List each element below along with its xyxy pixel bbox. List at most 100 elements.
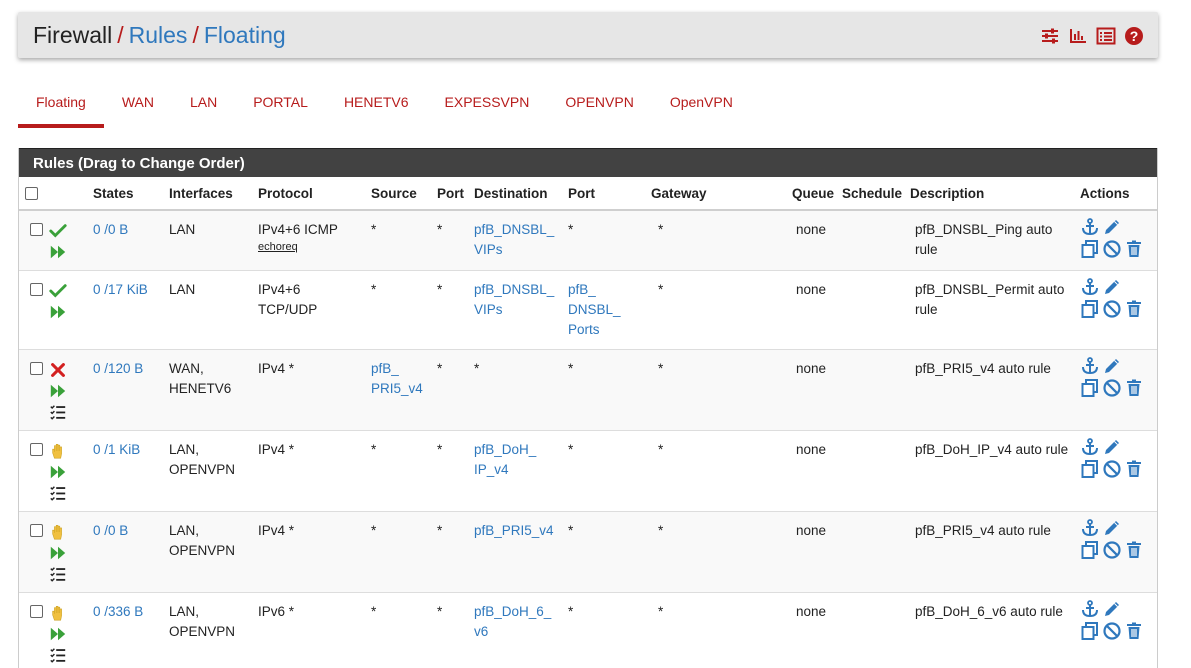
destination-port-header[interactable]: Port bbox=[566, 177, 649, 210]
protocol-header[interactable]: Protocol bbox=[256, 177, 369, 210]
rule-row[interactable]: 0 /120 BWAN,HENETV6IPv4 *pfB_PRI5_v4****… bbox=[19, 350, 1158, 431]
trash-icon[interactable] bbox=[1124, 239, 1144, 259]
hand-icon[interactable] bbox=[49, 604, 67, 622]
rule-checkbox[interactable] bbox=[30, 605, 43, 618]
destination-alias-link[interactable]: pfB_DoH_6_ bbox=[474, 602, 564, 622]
states-link[interactable]: 0 /0 B bbox=[93, 521, 165, 541]
rule-checkbox[interactable] bbox=[30, 223, 43, 236]
anchor-icon[interactable] bbox=[1080, 356, 1100, 376]
description-header[interactable]: Description bbox=[908, 177, 1078, 210]
copy-icon[interactable] bbox=[1080, 621, 1100, 641]
pencil-icon[interactable] bbox=[1102, 356, 1122, 376]
destination-alias-link[interactable]: IP_v4 bbox=[474, 460, 564, 480]
destination-alias-link[interactable]: pfB_DNSBL_ bbox=[474, 280, 564, 300]
source-alias-link[interactable]: pfB_ bbox=[371, 359, 433, 379]
port-alias-link[interactable]: Ports bbox=[568, 320, 647, 340]
states-link[interactable]: 0 /336 B bbox=[93, 602, 165, 622]
destination-alias-link[interactable]: pfB_DNSBL_ bbox=[474, 220, 564, 240]
pencil-icon[interactable] bbox=[1102, 277, 1122, 297]
gateway-text: * bbox=[658, 359, 788, 379]
rule-checkbox[interactable] bbox=[30, 362, 43, 375]
tab-openvpn[interactable]: OPENVPN bbox=[547, 87, 651, 128]
rule-row[interactable]: 0 /0 BLAN,OPENVPNIPv4 ***pfB_PRI5_v4**no… bbox=[19, 512, 1158, 593]
tab-lan[interactable]: LAN bbox=[172, 87, 235, 128]
copy-icon[interactable] bbox=[1080, 459, 1100, 479]
rule-checkbox[interactable] bbox=[30, 443, 43, 456]
copy-icon[interactable] bbox=[1080, 299, 1100, 319]
anchor-icon[interactable] bbox=[1080, 599, 1100, 619]
rule-row[interactable]: 0 /1 KiBLAN,OPENVPNIPv4 ***pfB_DoH_IP_v4… bbox=[19, 431, 1158, 512]
help-icon[interactable]: ? bbox=[1124, 26, 1144, 46]
pencil-icon[interactable] bbox=[1102, 599, 1122, 619]
tab-openvpn[interactable]: OpenVPN bbox=[652, 87, 751, 128]
ban-icon[interactable] bbox=[1102, 239, 1122, 259]
hand-icon[interactable] bbox=[49, 442, 67, 460]
check-icon[interactable] bbox=[49, 222, 67, 240]
breadcrumb-floating-link[interactable]: Floating bbox=[204, 22, 286, 48]
select-all-checkbox[interactable] bbox=[25, 187, 38, 200]
port-alias-link[interactable]: pfB_ bbox=[568, 280, 647, 300]
copy-icon[interactable] bbox=[1080, 239, 1100, 259]
destination-alias-link[interactable]: v6 bbox=[474, 622, 564, 642]
rule-row[interactable]: 0 /336 BLAN,OPENVPNIPv6 ***pfB_DoH_6_v6*… bbox=[19, 593, 1158, 668]
sliders-icon[interactable] bbox=[1040, 26, 1060, 46]
check-icon[interactable] bbox=[49, 282, 67, 300]
tab-henetv6[interactable]: HENETV6 bbox=[326, 87, 427, 128]
states-link[interactable]: 0 /0 B bbox=[93, 220, 165, 240]
copy-icon[interactable] bbox=[1080, 378, 1100, 398]
trash-icon[interactable] bbox=[1124, 621, 1144, 641]
port-alias-link[interactable]: DNSBL_ bbox=[568, 300, 647, 320]
tab-portal[interactable]: PORTAL bbox=[235, 87, 326, 128]
pencil-icon[interactable] bbox=[1102, 518, 1122, 538]
destination-alias-link[interactable]: VIPs bbox=[474, 300, 564, 320]
ban-icon[interactable] bbox=[1102, 299, 1122, 319]
states-link[interactable]: 0 /17 KiB bbox=[93, 280, 165, 300]
tab-wan[interactable]: WAN bbox=[104, 87, 172, 128]
anchor-icon[interactable] bbox=[1080, 277, 1100, 297]
copy-icon[interactable] bbox=[1080, 540, 1100, 560]
destination-alias-link[interactable]: pfB_PRI5_v4 bbox=[474, 521, 564, 541]
anchor-icon[interactable] bbox=[1080, 217, 1100, 237]
destination-port-cell: * bbox=[566, 350, 649, 431]
list-icon[interactable] bbox=[1096, 26, 1116, 46]
source-port-header[interactable]: Port bbox=[435, 177, 472, 210]
rule-checkbox[interactable] bbox=[30, 283, 43, 296]
trash-icon[interactable] bbox=[1124, 299, 1144, 319]
times-icon[interactable] bbox=[49, 361, 67, 379]
tab-expessvpn[interactable]: EXPESSVPN bbox=[427, 87, 548, 128]
schedule-header[interactable]: Schedule bbox=[840, 177, 908, 210]
rule-row[interactable]: 0 /17 KiBLANIPv4+6TCP/UDP**pfB_DNSBL_VIP… bbox=[19, 271, 1158, 350]
rule-row[interactable]: 0 /0 BLANIPv4+6 ICMPechoreq**pfB_DNSBL_V… bbox=[19, 210, 1158, 271]
queue-header[interactable]: Queue bbox=[790, 177, 840, 210]
states-link[interactable]: 0 /120 B bbox=[93, 359, 165, 379]
tab-floating[interactable]: Floating bbox=[18, 87, 104, 128]
ban-icon[interactable] bbox=[1102, 378, 1122, 398]
ban-icon[interactable] bbox=[1102, 540, 1122, 560]
ban-icon[interactable] bbox=[1102, 459, 1122, 479]
destination-alias-link[interactable]: VIPs bbox=[474, 240, 564, 260]
trash-icon[interactable] bbox=[1124, 540, 1144, 560]
destination-alias-link[interactable]: pfB_DoH_ bbox=[474, 440, 564, 460]
gateway-header[interactable]: Gateway bbox=[649, 177, 790, 210]
rule-checkbox[interactable] bbox=[30, 524, 43, 537]
breadcrumb-rules-link[interactable]: Rules bbox=[129, 22, 188, 48]
states-link[interactable]: 0 /1 KiB bbox=[93, 440, 165, 460]
pencil-icon[interactable] bbox=[1102, 437, 1122, 457]
trash-icon[interactable] bbox=[1124, 459, 1144, 479]
states-header[interactable]: States bbox=[91, 177, 167, 210]
anchor-icon[interactable] bbox=[1080, 437, 1100, 457]
interface-text: OPENVPN bbox=[169, 460, 254, 480]
interface-text: OPENVPN bbox=[169, 541, 254, 561]
pencil-icon[interactable] bbox=[1102, 217, 1122, 237]
trash-icon[interactable] bbox=[1124, 378, 1144, 398]
interfaces-header[interactable]: Interfaces bbox=[167, 177, 256, 210]
ban-icon[interactable] bbox=[1102, 621, 1122, 641]
bar-chart-icon[interactable] bbox=[1068, 26, 1088, 46]
hand-icon[interactable] bbox=[49, 523, 67, 541]
source-alias-link[interactable]: PRI5_v4 bbox=[371, 379, 433, 399]
destination-header[interactable]: Destination bbox=[472, 177, 566, 210]
interface-text: LAN, bbox=[169, 521, 254, 541]
protocol-cell: IPv4 * bbox=[256, 512, 369, 593]
source-header[interactable]: Source bbox=[369, 177, 435, 210]
anchor-icon[interactable] bbox=[1080, 518, 1100, 538]
